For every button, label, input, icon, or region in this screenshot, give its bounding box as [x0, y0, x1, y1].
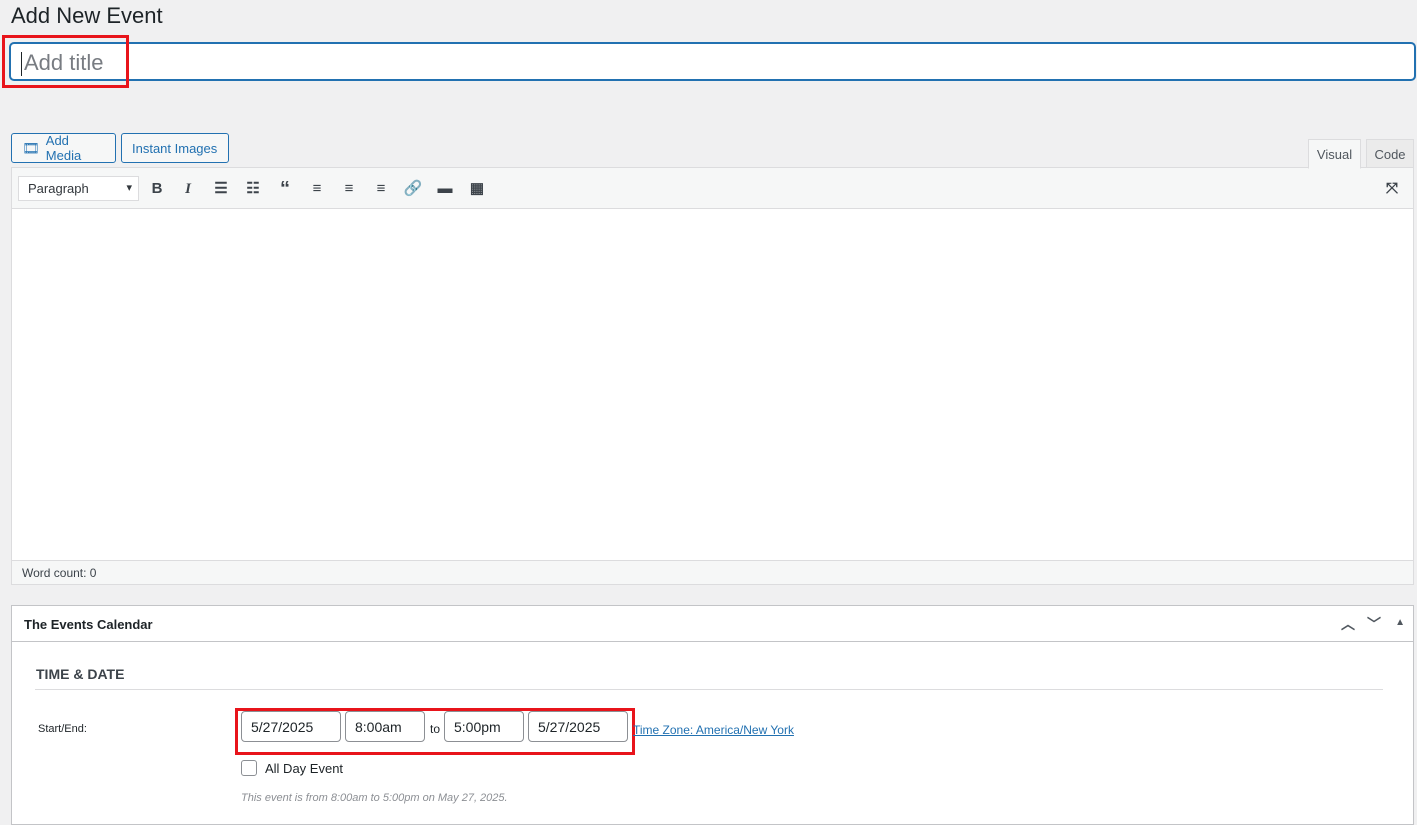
end-time-input[interactable]: 5:00pm — [444, 711, 524, 742]
start-end-label: Start/End: — [38, 723, 87, 735]
title-input[interactable]: Add title — [10, 43, 1415, 80]
media-icon: 🎞 — [22, 139, 40, 156]
align-right-icon[interactable]: ≡ — [370, 178, 392, 200]
page-title: Add New Event — [11, 3, 163, 28]
tab-visual[interactable]: Visual — [1308, 139, 1361, 169]
toolbar-toggle-icon[interactable]: ▦ — [466, 178, 488, 200]
collapse-icon[interactable]: ▲ — [1395, 617, 1405, 628]
word-count: Word count: 0 — [12, 560, 1413, 584]
highlight-box-title — [2, 35, 129, 88]
numbered-list-icon[interactable]: ☷ — [242, 178, 264, 200]
link-icon[interactable]: 🔗 — [402, 178, 424, 200]
add-media-label: Add Media — [45, 133, 82, 163]
end-date-input[interactable]: 5/27/2025 — [528, 711, 628, 742]
fullscreen-icon[interactable]: ⤧ — [1381, 178, 1403, 200]
bold-icon[interactable]: B — [146, 178, 168, 200]
align-center-icon[interactable]: ≡ — [338, 178, 360, 200]
format-select[interactable]: Paragraph — [18, 176, 139, 201]
move-down-icon[interactable]: ﹀ — [1367, 614, 1381, 634]
events-calendar-metabox: The Events Calendar ︿ ﹀ ▲ — [11, 605, 1414, 825]
divider — [35, 689, 1383, 690]
section-heading: TIME & DATE — [36, 666, 125, 682]
instant-images-label: Instant Images — [132, 140, 218, 156]
add-media-button[interactable]: 🎞 Add Media — [11, 133, 116, 163]
content-editor[interactable]: Paragraph B I ☰ ☷ “ ≡ ≡ ≡ 🔗 ▬ ▦ ⤧ Word c… — [11, 167, 1414, 585]
move-up-icon[interactable]: ︿ — [1341, 614, 1355, 634]
read-more-icon[interactable]: ▬ — [434, 178, 456, 200]
italic-icon[interactable]: I — [177, 178, 199, 200]
align-left-icon[interactable]: ≡ — [306, 178, 328, 200]
blockquote-icon[interactable]: “ — [274, 178, 296, 200]
to-label: to — [430, 722, 441, 736]
bulleted-list-icon[interactable]: ☰ — [210, 178, 232, 200]
all-day-checkbox[interactable] — [241, 760, 257, 776]
instant-images-button[interactable]: Instant Images — [121, 133, 229, 163]
event-summary: This event is from 8:00am to 5:00pm on M… — [241, 792, 508, 804]
tab-code[interactable]: Code — [1366, 139, 1414, 169]
start-date-input[interactable]: 5/27/2025 — [241, 711, 341, 742]
timezone-link[interactable]: Time Zone: America/New York — [633, 723, 794, 737]
start-time-input[interactable]: 8:00am — [345, 711, 425, 742]
editor-toolbar: Paragraph B I ☰ ☷ “ ≡ ≡ ≡ 🔗 ▬ ▦ ⤧ — [12, 168, 1413, 209]
metabox-title: The Events Calendar — [24, 617, 153, 632]
all-day-label: All Day Event — [265, 761, 344, 776]
